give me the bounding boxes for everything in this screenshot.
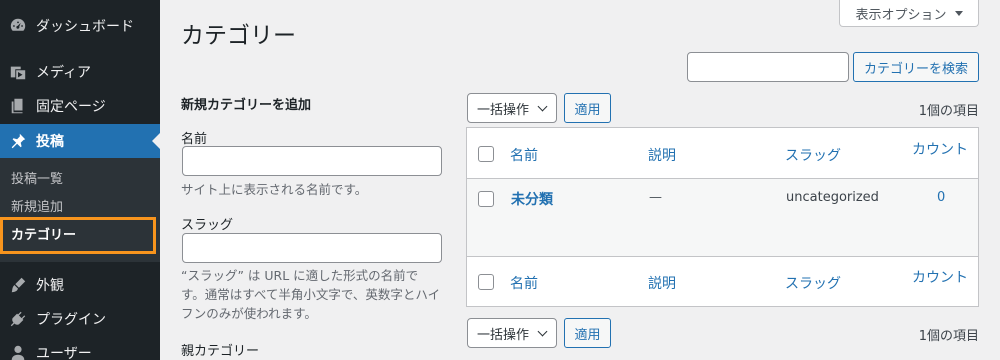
- user-icon: [0, 344, 36, 360]
- menu-item-dashboard[interactable]: ダッシュボード: [0, 9, 160, 43]
- slug-label: スラッグ: [181, 218, 234, 233]
- category-description: —: [649, 190, 662, 205]
- highlight-frame: [0, 217, 156, 254]
- table-footer: 名前 説明 スラッグ カウント: [467, 256, 978, 307]
- table-header: 名前 説明 スラッグ カウント: [467, 128, 978, 179]
- screen-options-button[interactable]: 表示オプション: [839, 0, 979, 27]
- bulk-action-select[interactable]: 一括操作: [467, 93, 557, 123]
- admin-sidebar: ダッシュボード メディア 固定ページ 投稿 投稿一覧 新規追加 カテゴリー 外観: [0, 0, 160, 360]
- name-label: 名前: [181, 132, 208, 147]
- apply-button[interactable]: 適用: [564, 93, 611, 123]
- pin-icon: [0, 132, 36, 150]
- menu-item-plugins[interactable]: プラグイン: [0, 302, 160, 336]
- chevron-down-icon: [537, 101, 548, 111]
- apply-button-bottom[interactable]: 適用: [564, 318, 611, 348]
- table-row: 未分類 — uncategorized 0: [467, 179, 978, 256]
- bulk-action-value: 一括操作: [477, 102, 530, 118]
- menu-label: ダッシュボード: [36, 19, 134, 35]
- page-title: カテゴリー: [181, 23, 296, 49]
- column-slug[interactable]: スラッグ: [785, 145, 841, 165]
- current-indicator: [152, 133, 160, 149]
- menu-item-media[interactable]: メディア: [0, 55, 160, 89]
- search-categories-button[interactable]: カテゴリーを検索: [853, 52, 979, 82]
- items-count: 1個の項目: [918, 104, 979, 119]
- row-checkbox[interactable]: [478, 191, 494, 207]
- menu-item-pages[interactable]: 固定ページ: [0, 89, 160, 123]
- caret-down-icon: [954, 10, 963, 16]
- column-name-footer[interactable]: 名前: [510, 273, 538, 293]
- search-input[interactable]: [687, 52, 849, 82]
- submenu-all-posts[interactable]: 投稿一覧: [11, 169, 63, 191]
- add-category-heading: 新規カテゴリーを追加: [181, 98, 312, 113]
- page-icon: [0, 97, 36, 115]
- name-field[interactable]: [182, 146, 442, 176]
- media-icon: [0, 63, 36, 81]
- parent-category-label: 親カテゴリー: [181, 344, 260, 359]
- slug-description: “スラッグ” は URL に適した形式の名前です。通常はすべて半角小文字で、英数…: [181, 268, 441, 321]
- submenu-add-new[interactable]: 新規追加: [11, 197, 63, 219]
- menu-item-posts[interactable]: 投稿: [0, 124, 160, 158]
- bulk-action-select-bottom[interactable]: 一括操作: [467, 318, 557, 348]
- slug-field[interactable]: [182, 233, 442, 263]
- column-description: 説明: [648, 148, 676, 164]
- column-count-footer[interactable]: カウント: [912, 267, 968, 287]
- menu-item-appearance[interactable]: 外観: [0, 268, 160, 302]
- brush-icon: [0, 276, 36, 294]
- menu-label: 外観: [36, 278, 64, 294]
- menu-label: プラグイン: [36, 312, 106, 328]
- menu-label: メディア: [36, 65, 92, 81]
- menu-item-users[interactable]: ユーザー: [0, 336, 160, 360]
- category-slug: uncategorized: [786, 190, 879, 205]
- bulk-action-value: 一括操作: [477, 327, 530, 343]
- column-count[interactable]: カウント: [912, 139, 968, 159]
- category-count-link[interactable]: 0: [937, 190, 945, 205]
- column-slug-footer[interactable]: スラッグ: [785, 273, 841, 293]
- plugin-icon: [0, 310, 36, 328]
- select-all-checkbox-footer[interactable]: [478, 274, 494, 290]
- category-name-link[interactable]: 未分類: [511, 189, 553, 209]
- items-count-bottom: 1個の項目: [918, 329, 979, 344]
- menu-label: 固定ページ: [36, 99, 106, 115]
- chevron-down-icon: [537, 326, 548, 336]
- column-name[interactable]: 名前: [510, 145, 538, 165]
- name-description: サイト上に表示される名前です。: [181, 182, 368, 197]
- menu-label: 投稿: [36, 134, 64, 150]
- dashboard-icon: [0, 17, 36, 35]
- select-all-checkbox[interactable]: [478, 146, 494, 162]
- screen-options-label: 表示オプション: [855, 7, 947, 23]
- categories-table: 名前 説明 スラッグ カウント 未分類 — uncategorized 0 名前…: [466, 127, 979, 307]
- column-description-footer: 説明: [648, 276, 676, 292]
- menu-label: ユーザー: [36, 346, 92, 360]
